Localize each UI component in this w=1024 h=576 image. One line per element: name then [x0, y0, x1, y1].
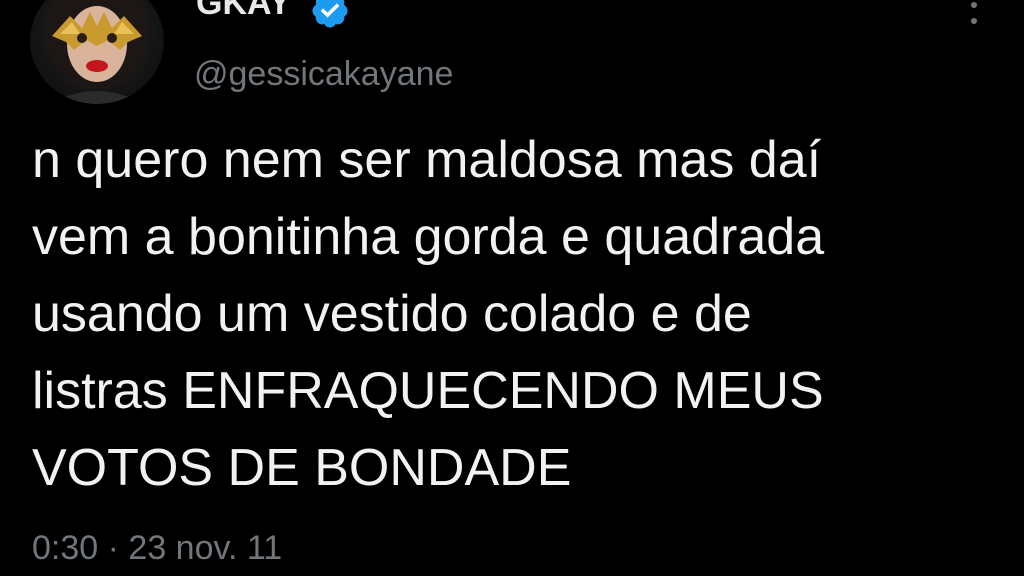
tweet-card: GKAY @gessicakayane n quero nem ser mald… [0, 0, 1024, 576]
avatar-image [45, 0, 149, 104]
author-handle[interactable]: @gessicakayane [194, 54, 453, 95]
author-name[interactable]: GKAY [196, 0, 291, 20]
verified-badge-icon [312, 0, 348, 28]
timestamp-separator: · [107, 529, 119, 567]
author-avatar[interactable] [30, 0, 164, 104]
tweet-time: 0:30 [32, 529, 99, 567]
tweet-text: n quero nem ser maldosa mas daí vem a bo… [32, 131, 825, 497]
tweet-date: 23 nov. 11 [128, 529, 283, 567]
more-options-icon[interactable] [964, 0, 984, 36]
tweet-timestamp[interactable]: 0:30 · 23 nov. 11 [32, 528, 282, 569]
